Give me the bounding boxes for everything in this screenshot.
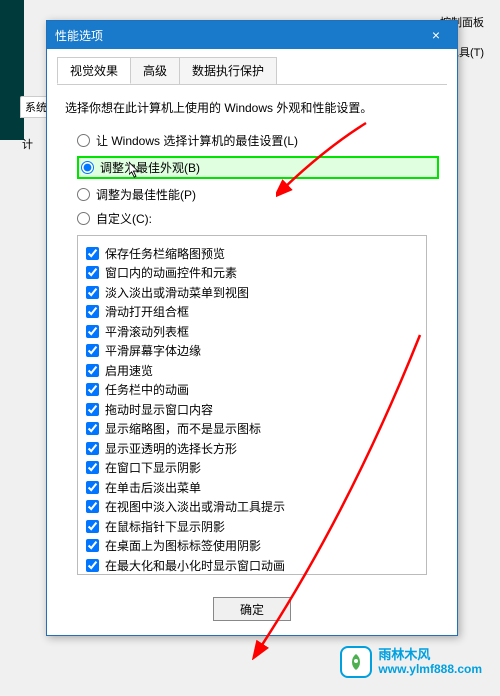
check-label: 淡入淡出或滑动菜单到视图 xyxy=(105,284,249,301)
watermark-icon xyxy=(340,646,372,678)
radio-input-custom[interactable] xyxy=(77,212,90,225)
bg-partial-text: 计 xyxy=(22,136,33,152)
close-icon: × xyxy=(432,27,440,43)
check-input[interactable] xyxy=(86,461,99,474)
check-item[interactable]: 保存任务栏缩略图预览 xyxy=(86,245,418,262)
check-item[interactable]: 淡入淡出或滑动菜单到视图 xyxy=(86,284,418,301)
check-label: 拖动时显示窗口内容 xyxy=(105,401,213,418)
check-label: 任务栏中的动画 xyxy=(105,381,189,398)
watermark: 雨林木风 www.ylmf888.com xyxy=(340,646,482,678)
tab-dep[interactable]: 数据执行保护 xyxy=(179,57,277,84)
check-label: 在单击后淡出菜单 xyxy=(105,479,201,496)
tab-visual-effects[interactable]: 视觉效果 xyxy=(57,57,131,84)
check-item[interactable]: 滑动打开组合框 xyxy=(86,303,418,320)
check-item[interactable]: 在单击后淡出菜单 xyxy=(86,479,418,496)
check-input[interactable] xyxy=(86,481,99,494)
check-label: 保存任务栏缩略图预览 xyxy=(105,245,225,262)
check-item[interactable]: 显示缩略图，而不是显示图标 xyxy=(86,420,418,437)
dialog-content: 选择你想在此计算机上使用的 Windows 外观和性能设置。 让 Windows… xyxy=(47,85,457,585)
check-input[interactable] xyxy=(86,266,99,279)
check-label: 显示缩略图，而不是显示图标 xyxy=(105,420,261,437)
check-item[interactable]: 平滑滚动列表框 xyxy=(86,323,418,340)
check-input[interactable] xyxy=(86,383,99,396)
dialog-buttons: 确定 xyxy=(47,585,457,635)
check-input[interactable] xyxy=(86,403,99,416)
radio-best-appearance[interactable]: 调整为最佳外观(B) xyxy=(77,156,439,179)
check-input[interactable] xyxy=(86,500,99,513)
check-label: 启用速览 xyxy=(105,362,153,379)
radio-let-windows[interactable]: 让 Windows 选择计算机的最佳设置(L) xyxy=(77,132,439,149)
check-item[interactable]: 在鼠标指针下显示阴影 xyxy=(86,518,418,535)
check-label: 显示亚透明的选择长方形 xyxy=(105,440,237,457)
check-input[interactable] xyxy=(86,247,99,260)
cursor-icon xyxy=(129,162,143,180)
radio-input-appearance[interactable] xyxy=(81,161,94,174)
check-item[interactable]: 显示亚透明的选择长方形 xyxy=(86,440,418,457)
check-label: 滑动打开组合框 xyxy=(105,303,189,320)
check-item[interactable]: 窗口内的动画控件和元素 xyxy=(86,264,418,281)
check-label: 在最大化和最小化时显示窗口动画 xyxy=(105,557,285,574)
check-item[interactable]: 在桌面上为图标标签使用阴影 xyxy=(86,537,418,554)
radio-label: 调整为最佳外观(B) xyxy=(100,159,200,176)
ok-button[interactable]: 确定 xyxy=(213,597,291,621)
tab-strip: 视觉效果 高级 数据执行保护 xyxy=(57,57,447,85)
check-label: 在窗口下显示阴影 xyxy=(105,459,201,476)
radio-input-windows[interactable] xyxy=(77,134,90,147)
check-label: 在鼠标指针下显示阴影 xyxy=(105,518,225,535)
description-text: 选择你想在此计算机上使用的 Windows 外观和性能设置。 xyxy=(65,99,439,116)
radio-label: 调整为最佳性能(P) xyxy=(96,186,196,203)
check-item[interactable]: 拖动时显示窗口内容 xyxy=(86,401,418,418)
radio-best-performance[interactable]: 调整为最佳性能(P) xyxy=(77,186,439,203)
check-input[interactable] xyxy=(86,559,99,572)
check-label: 在桌面上为图标标签使用阴影 xyxy=(105,537,261,554)
check-input[interactable] xyxy=(86,305,99,318)
check-input[interactable] xyxy=(86,539,99,552)
close-button[interactable]: × xyxy=(415,21,457,49)
check-item[interactable]: 在窗口下显示阴影 xyxy=(86,459,418,476)
dialog-title: 性能选项 xyxy=(55,27,103,44)
check-item[interactable]: 平滑屏幕字体边缘 xyxy=(86,342,418,359)
check-input[interactable] xyxy=(86,364,99,377)
check-label: 平滑屏幕字体边缘 xyxy=(105,342,201,359)
dialog-titlebar[interactable]: 性能选项 × xyxy=(47,21,457,49)
check-item[interactable]: 在视图中淡入淡出或滑动工具提示 xyxy=(86,498,418,515)
check-label: 在视图中淡入淡出或滑动工具提示 xyxy=(105,498,285,515)
check-input[interactable] xyxy=(86,442,99,455)
check-input[interactable] xyxy=(86,520,99,533)
check-item[interactable]: 启用速览 xyxy=(86,362,418,379)
radio-input-performance[interactable] xyxy=(77,188,90,201)
radio-custom[interactable]: 自定义(C): xyxy=(77,210,439,227)
check-input[interactable] xyxy=(86,344,99,357)
check-label: 窗口内的动画控件和元素 xyxy=(105,264,237,281)
check-input[interactable] xyxy=(86,422,99,435)
check-item[interactable]: 在最大化和最小化时显示窗口动画 xyxy=(86,557,418,574)
checklist-box: 保存任务栏缩略图预览窗口内的动画控件和元素淡入淡出或滑动菜单到视图滑动打开组合框… xyxy=(77,235,427,575)
tab-advanced[interactable]: 高级 xyxy=(130,57,180,84)
check-item[interactable]: 任务栏中的动画 xyxy=(86,381,418,398)
watermark-url: www.ylmf888.com xyxy=(378,663,482,676)
check-input[interactable] xyxy=(86,325,99,338)
radio-label: 自定义(C): xyxy=(96,210,152,227)
performance-options-dialog: 性能选项 × 视觉效果 高级 数据执行保护 选择你想在此计算机上使用的 Wind… xyxy=(46,20,458,636)
watermark-name: 雨林木风 xyxy=(378,648,482,662)
radio-label: 让 Windows 选择计算机的最佳设置(L) xyxy=(96,132,298,149)
check-label: 平滑滚动列表框 xyxy=(105,323,189,340)
radio-group: 让 Windows 选择计算机的最佳设置(L) 调整为最佳外观(B) 调整为最佳… xyxy=(77,132,439,227)
check-input[interactable] xyxy=(86,286,99,299)
